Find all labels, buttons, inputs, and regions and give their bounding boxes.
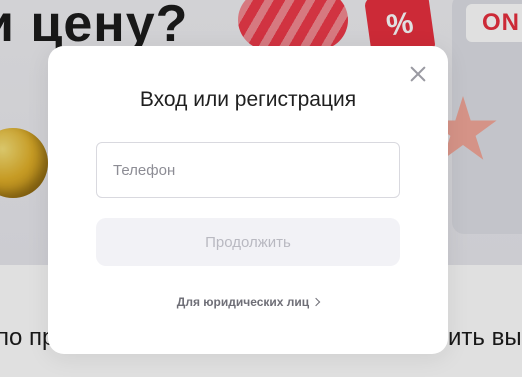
phone-input[interactable] xyxy=(96,142,400,198)
legal-entities-label: Для юридических лиц xyxy=(176,295,310,309)
login-modal: Вход или регистрация Продолжить Для юрид… xyxy=(48,46,448,354)
continue-button[interactable]: Продолжить xyxy=(96,218,400,266)
close-icon[interactable] xyxy=(408,64,428,84)
chevron-right-icon xyxy=(311,297,321,307)
modal-title: Вход или регистрация xyxy=(139,88,357,111)
legal-entities-link[interactable]: Для юридических лиц xyxy=(48,295,448,309)
